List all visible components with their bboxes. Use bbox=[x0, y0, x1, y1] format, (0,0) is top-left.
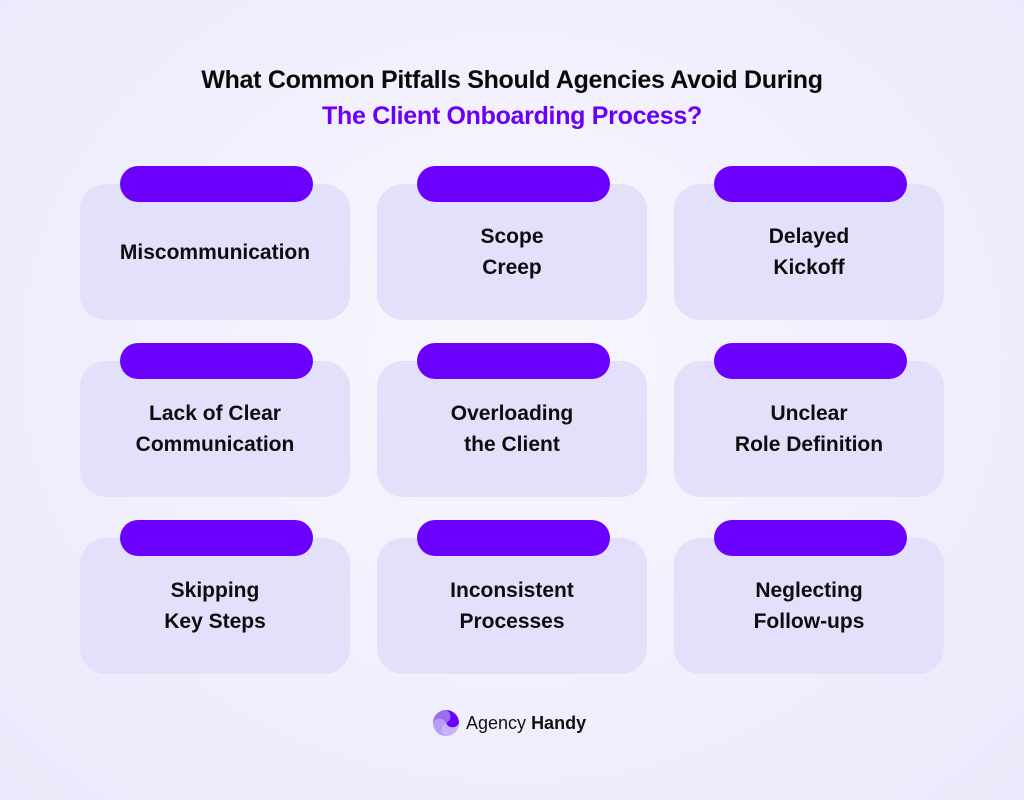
pitfall-label: Overloading the Client bbox=[450, 402, 574, 456]
pitfall-label: Delayed Kickoff bbox=[768, 225, 850, 279]
brand-name-bold: Handy bbox=[531, 712, 587, 733]
title-line-1: What Common Pitfalls Should Agencies Avo… bbox=[201, 66, 823, 94]
pitfall-label: Lack of Clear Communication bbox=[135, 402, 295, 456]
pitfall-card: Skipping Key Steps bbox=[80, 520, 350, 674]
brand-logo: Agency Handy bbox=[432, 707, 586, 739]
pitfall-label: Inconsistent Processes bbox=[450, 579, 574, 633]
page-title: What Common Pitfalls Should Agencies Avo… bbox=[0, 62, 1024, 134]
pitfall-label: Miscommunication bbox=[119, 240, 311, 264]
pitfall-card: Inconsistent Processes bbox=[377, 520, 647, 674]
pitfall-card: Scope Creep bbox=[377, 166, 647, 320]
pitfall-card: Lack of Clear Communication bbox=[80, 343, 350, 497]
pitfall-card: Miscommunication bbox=[80, 166, 350, 320]
pitfall-card: Delayed Kickoff bbox=[674, 166, 944, 320]
brand-name: Agency Handy bbox=[466, 713, 586, 734]
pitfall-label: Neglecting Follow-ups bbox=[753, 579, 865, 633]
pitfall-label: Skipping Key Steps bbox=[164, 579, 266, 633]
pitfall-card: Unclear Role Definition bbox=[674, 343, 944, 497]
brand-name-regular: Agency bbox=[466, 712, 527, 733]
pitfall-label: Unclear Role Definition bbox=[734, 402, 884, 456]
pitfall-card: Neglecting Follow-ups bbox=[674, 520, 944, 674]
title-line-2: The Client Onboarding Process? bbox=[322, 102, 702, 130]
pitfall-label: Scope Creep bbox=[480, 225, 544, 279]
agency-handy-logo-icon bbox=[432, 709, 460, 737]
pitfall-card: Overloading the Client bbox=[377, 343, 647, 497]
pitfalls-grid: Miscommunication Scope Creep Delayed Kic… bbox=[80, 166, 944, 674]
